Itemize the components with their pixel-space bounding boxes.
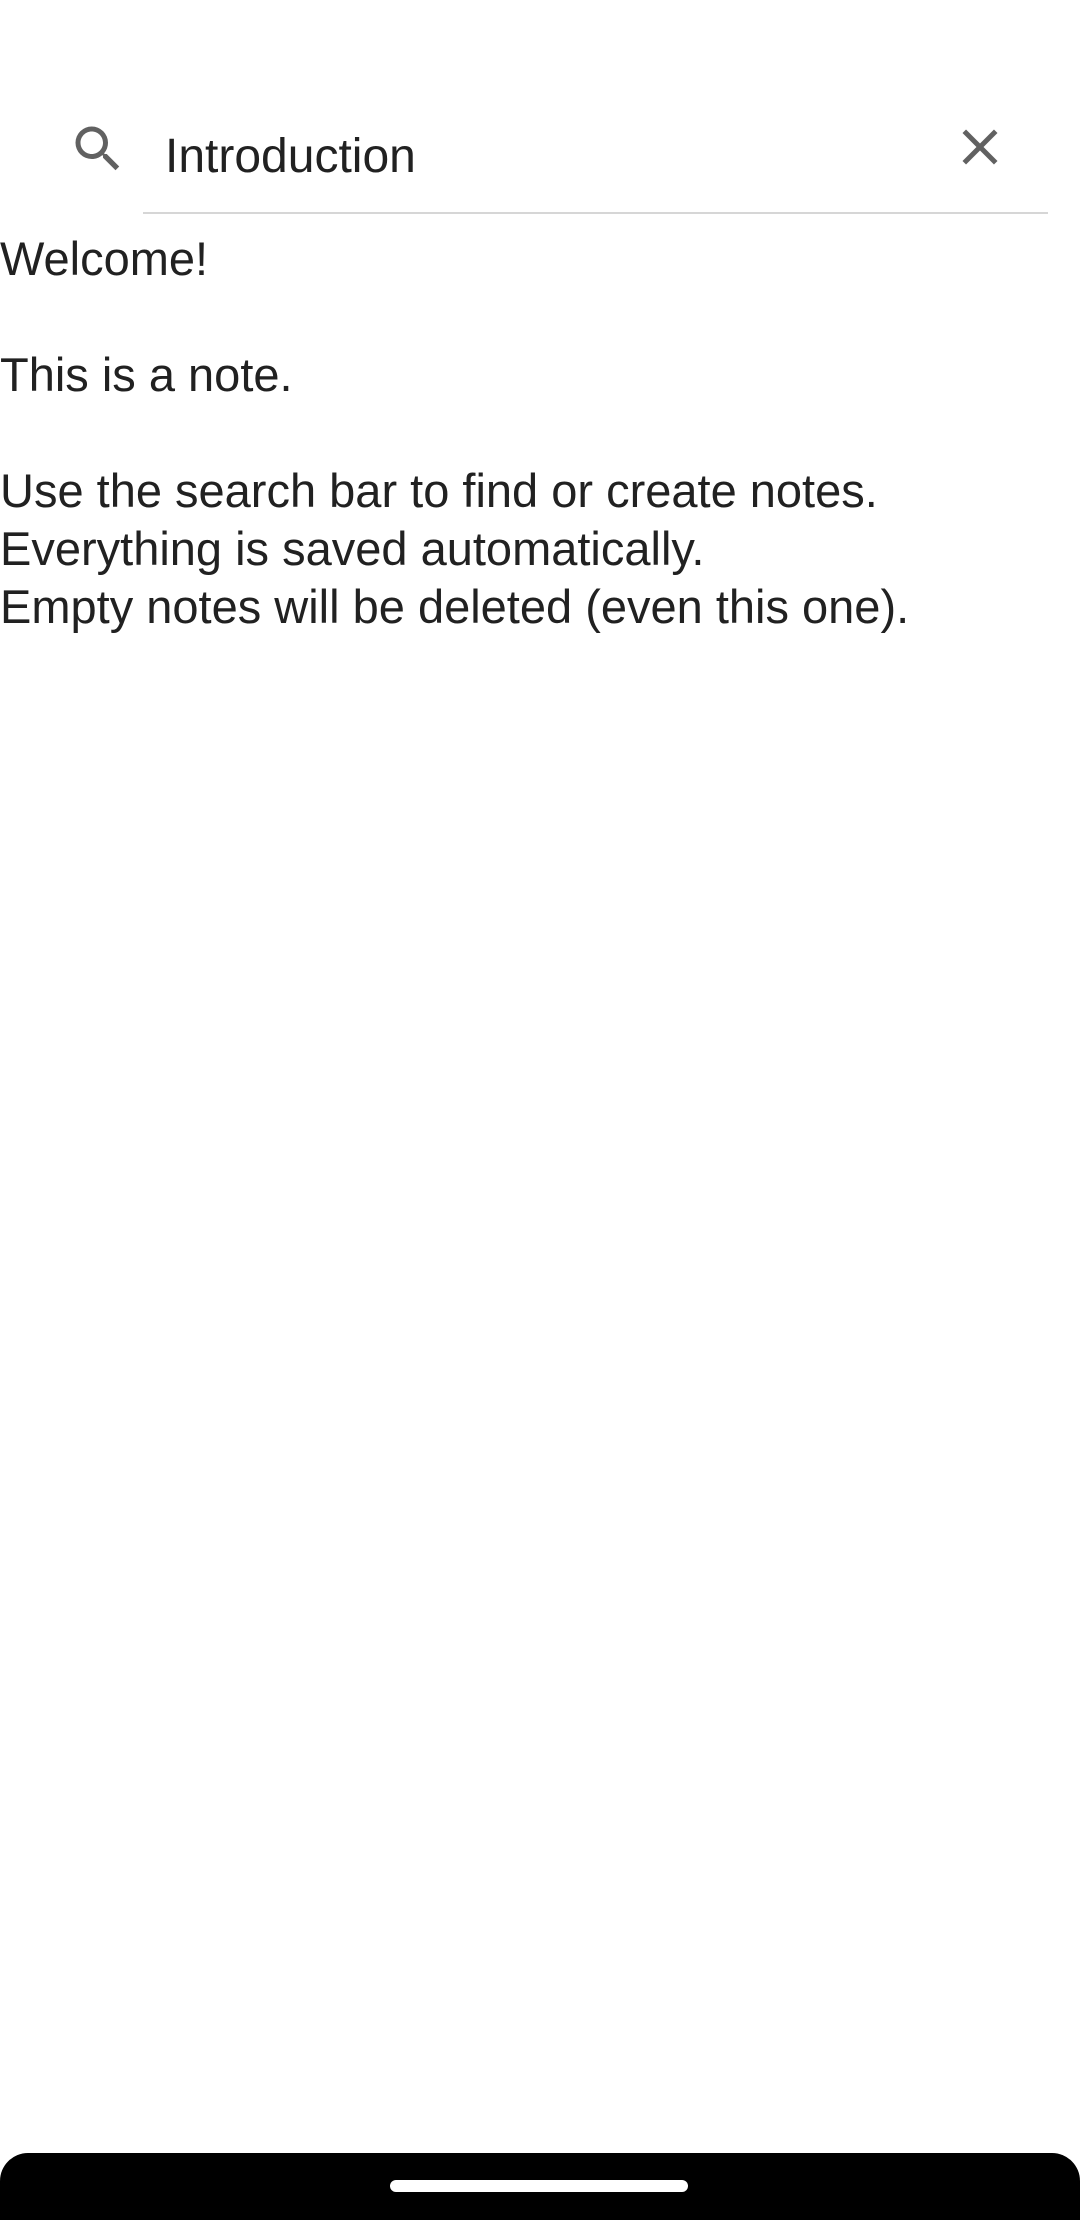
search-bar [0, 96, 1080, 216]
clear-search-button[interactable] [945, 114, 1015, 184]
close-icon [950, 117, 1010, 182]
notes-screen: Welcome! This is a note. Use the search … [0, 0, 1080, 2220]
search-underline [143, 212, 1048, 214]
search-icon [68, 119, 128, 179]
search-input[interactable] [145, 96, 925, 216]
home-indicator[interactable] [390, 2180, 688, 2192]
note-editor[interactable]: Welcome! This is a note. Use the search … [0, 230, 1080, 2130]
system-navigation-bar [0, 2153, 1080, 2220]
